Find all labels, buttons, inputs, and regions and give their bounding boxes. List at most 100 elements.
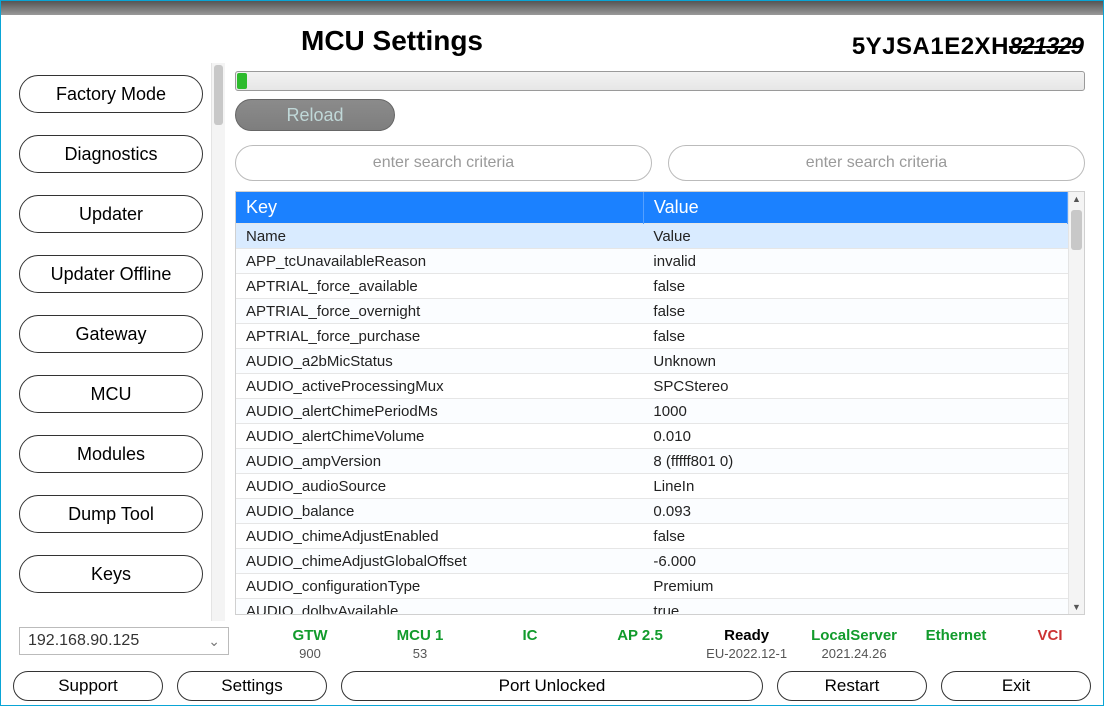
status-ready: ReadyEU-2022.12-1 — [706, 627, 787, 661]
ip-value: 192.168.90.125 — [28, 632, 139, 650]
cell-key: APP_tcUnavailableReason — [236, 249, 643, 274]
sidebar-nav: Factory Mode Diagnostics Updater Updater Of… — [1, 63, 211, 621]
cell-key: AUDIO_ampVersion — [236, 449, 643, 474]
col-value[interactable]: Value — [643, 192, 1067, 224]
cell-key: APTRIAL_force_purchase — [236, 324, 643, 349]
status-bar: 192.168.90.125 ⌄ GTW 900 MCU 1 53 IC AP 2.5 R… — [1, 621, 1103, 665]
table-row[interactable]: NameValue — [236, 224, 1068, 249]
progress-fill — [237, 73, 247, 89]
table-row[interactable]: AUDIO_configurationTypePremium — [236, 574, 1068, 599]
vin-prefix: 5YJSA1E2XH — [852, 33, 1009, 60]
sidebar-item-diagnostics[interactable]: Diagnostics — [19, 135, 203, 173]
main-panel: Reload enter search criteria enter searc… — [225, 63, 1103, 621]
status-label: LocalServer — [811, 627, 897, 644]
cell-value: Unknown — [643, 349, 1067, 374]
cell-key: AUDIO_audioSource — [236, 474, 643, 499]
status-label: MCU 1 — [397, 627, 444, 644]
cell-value: 1000 — [643, 399, 1067, 424]
table-row[interactable]: AUDIO_balance0.093 — [236, 499, 1068, 524]
cell-value: 0.010 — [643, 424, 1067, 449]
cell-value: 0.093 — [643, 499, 1067, 524]
status-localserver: LocalServer2021.24.26 — [811, 627, 897, 661]
cell-key: APTRIAL_force_overnight — [236, 299, 643, 324]
status-sub: 53 — [413, 646, 427, 661]
cell-key: AUDIO_alertChimePeriodMs — [236, 399, 643, 424]
app-content: MCU Settings 5YJSA1E2XH821329 Factory Mo… — [1, 15, 1103, 705]
table-row[interactable]: APTRIAL_force_purchasefalse — [236, 324, 1068, 349]
table-row[interactable]: AUDIO_dolbyAvailabletrue — [236, 599, 1068, 615]
table-row[interactable]: APP_tcUnavailableReasoninvalid — [236, 249, 1068, 274]
cell-key: AUDIO_dolbyAvailable — [236, 599, 643, 615]
cell-value: invalid — [643, 249, 1067, 274]
status-sub: 900 — [299, 646, 321, 661]
cell-value: false — [643, 299, 1067, 324]
table-row[interactable]: AUDIO_a2bMicStatusUnknown — [236, 349, 1068, 374]
app-window: MCU Settings 5YJSA1E2XH821329 Factory Mo… — [0, 0, 1104, 706]
exit-button[interactable]: Exit — [941, 671, 1091, 701]
status-ethernet: Ethernet — [921, 627, 991, 661]
cell-key: AUDIO_balance — [236, 499, 643, 524]
table-row[interactable]: AUDIO_ampVersion8 (fffff801 0) — [236, 449, 1068, 474]
chevron-down-icon: ⌄ — [208, 633, 220, 650]
settings-button[interactable]: Settings — [177, 671, 327, 701]
cell-value: LineIn — [643, 474, 1067, 499]
sidebar-item-factory-mode[interactable]: Factory Mode — [19, 75, 203, 113]
sidebar-item-updater-offline[interactable]: Updater Offline — [19, 255, 203, 293]
sidebar-item-updater[interactable]: Updater — [19, 195, 203, 233]
status-label: GTW — [293, 627, 328, 644]
status-label: IC — [523, 627, 538, 644]
reload-button[interactable]: Reload — [235, 99, 395, 131]
cell-value: true — [643, 599, 1067, 615]
cell-key: AUDIO_chimeAdjustEnabled — [236, 524, 643, 549]
sidebar-item-mcu[interactable]: MCU — [19, 375, 203, 413]
footer-bar: Support Settings Port Unlocked Restart E… — [1, 665, 1103, 711]
table-scrollbar[interactable]: ▲ ▼ — [1068, 192, 1084, 614]
status-mcu-1: MCU 1 53 — [385, 627, 455, 661]
sidebar-item-dump-tool[interactable]: Dump Tool — [19, 495, 203, 533]
cell-key: AUDIO_alertChimeVolume — [236, 424, 643, 449]
table-row[interactable]: AUDIO_chimeAdjustGlobalOffset-6.000 — [236, 549, 1068, 574]
status-label: Ready — [724, 627, 769, 644]
cell-key: AUDIO_configurationType — [236, 574, 643, 599]
port-status-button[interactable]: Port Unlocked — [341, 671, 763, 701]
sidebar-scrollbar[interactable] — [211, 63, 225, 621]
table-row[interactable]: AUDIO_activeProcessingMuxSPCStereo — [236, 374, 1068, 399]
status-ap-2.5: AP 2.5 — [605, 627, 675, 661]
cell-value: Premium — [643, 574, 1067, 599]
sidebar-item-modules[interactable]: Modules — [19, 435, 203, 473]
table-row[interactable]: AUDIO_audioSourceLineIn — [236, 474, 1068, 499]
status-ic: IC — [495, 627, 565, 661]
sidebar-scroll-thumb[interactable] — [214, 65, 223, 125]
cell-value: false — [643, 524, 1067, 549]
table-row[interactable]: AUDIO_chimeAdjustEnabledfalse — [236, 524, 1068, 549]
vin-obscured: 821329 — [1009, 33, 1083, 60]
ip-dropdown[interactable]: 192.168.90.125 ⌄ — [19, 627, 229, 655]
scroll-down-icon[interactable]: ▼ — [1072, 602, 1081, 612]
search-value-input[interactable]: enter search criteria — [668, 145, 1085, 181]
table-scroll-thumb[interactable] — [1071, 210, 1082, 250]
cell-value: SPCStereo — [643, 374, 1067, 399]
cell-value: false — [643, 274, 1067, 299]
table-row[interactable]: APTRIAL_force_overnightfalse — [236, 299, 1068, 324]
col-key[interactable]: Key — [236, 192, 643, 224]
restart-button[interactable]: Restart — [777, 671, 927, 701]
search-key-input[interactable]: enter search criteria — [235, 145, 652, 181]
settings-table: Key Value NameValueAPP_tcUnavailableReas… — [236, 192, 1068, 614]
table-row[interactable]: AUDIO_alertChimeVolume0.010 — [236, 424, 1068, 449]
status-gtw: GTW 900 — [275, 627, 345, 661]
cell-value: 8 (fffff801 0) — [643, 449, 1067, 474]
status-label: Ethernet — [926, 627, 987, 644]
cell-value: -6.000 — [643, 549, 1067, 574]
table-row[interactable]: APTRIAL_force_availablefalse — [236, 274, 1068, 299]
sidebar-item-gateway[interactable]: Gateway — [19, 315, 203, 353]
scroll-up-icon[interactable]: ▲ — [1072, 194, 1081, 204]
progress-bar — [235, 71, 1085, 91]
vin-label: 5YJSA1E2XH821329 — [852, 33, 1083, 61]
support-button[interactable]: Support — [13, 671, 163, 701]
cell-key: AUDIO_a2bMicStatus — [236, 349, 643, 374]
cell-value: false — [643, 324, 1067, 349]
sidebar-item-keys[interactable]: Keys — [19, 555, 203, 593]
table-row[interactable]: AUDIO_alertChimePeriodMs1000 — [236, 399, 1068, 424]
page-title: MCU Settings — [301, 25, 483, 57]
status-label: VCI — [1037, 627, 1062, 644]
